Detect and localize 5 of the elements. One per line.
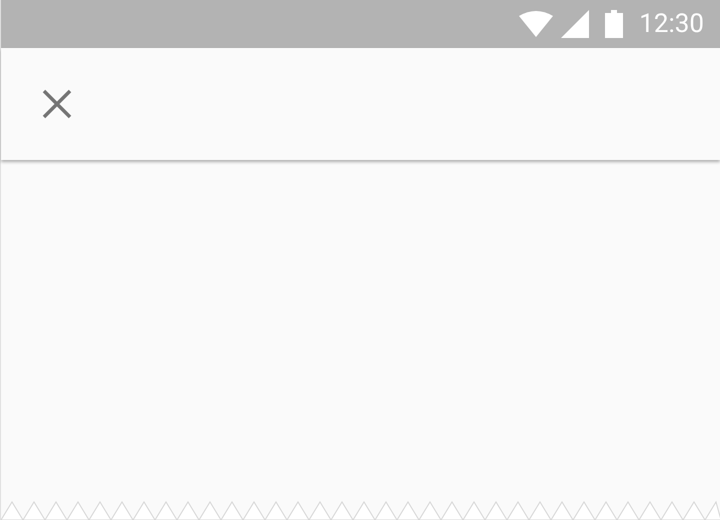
signal-icon (561, 10, 590, 38)
wifi-icon (519, 11, 554, 37)
battery-icon (605, 10, 624, 38)
clock-time: 12:30 (639, 11, 704, 37)
close-icon[interactable] (41, 88, 73, 120)
